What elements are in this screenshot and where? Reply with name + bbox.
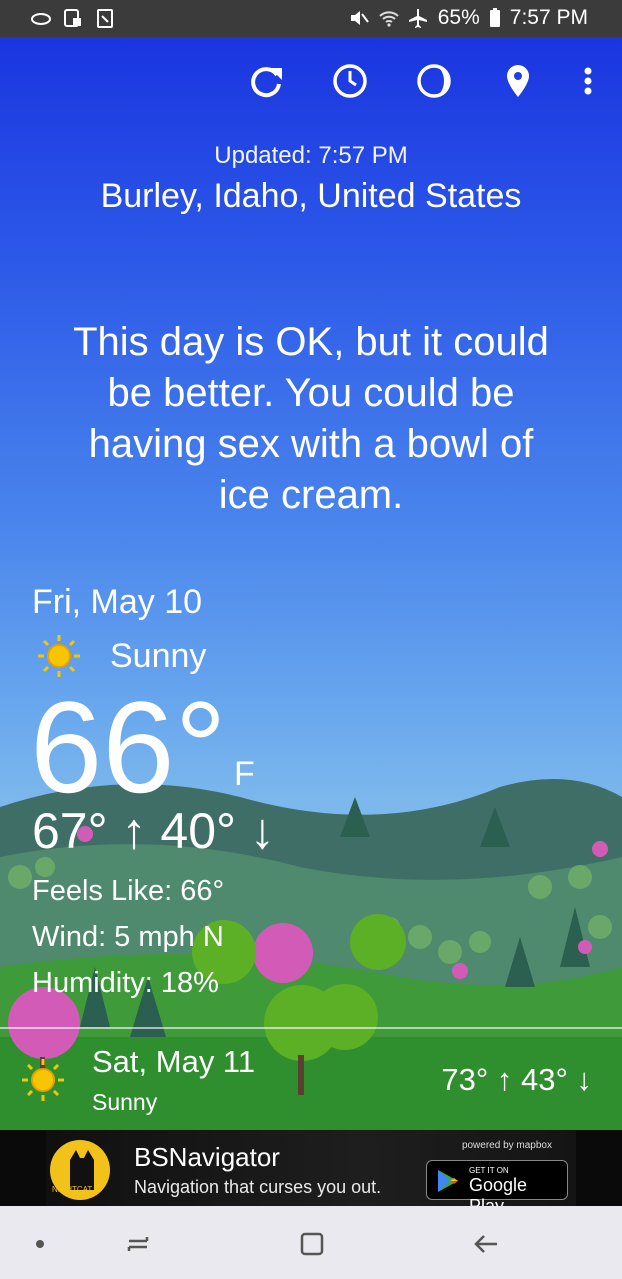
nightcat-label: NIGHTCAT — [52, 1185, 92, 1194]
ad-powered-by: powered by mapbox — [461, 1140, 552, 1151]
moon-phase-icon — [417, 64, 451, 98]
ad-subtitle: Navigation that curses you out. — [134, 1177, 382, 1197]
mute-icon — [350, 11, 369, 25]
clock: 7:57 PM — [509, 6, 588, 29]
weather-panel: Updated: 7:57 PM Burley, Idaho, United S… — [0, 37, 622, 1130]
airplane-mode-icon — [408, 9, 427, 28]
current-temperature: 66° — [30, 674, 227, 820]
system-status: 65% 7:57 PM — [348, 6, 588, 30]
back-button[interactable] — [466, 1224, 506, 1264]
more-options-button[interactable] — [566, 59, 610, 103]
battery-icon — [489, 8, 500, 27]
screenshot-icon — [64, 9, 81, 27]
more-vert-icon — [584, 67, 592, 95]
temperature-unit[interactable]: F — [234, 755, 255, 794]
nightcat-logo: NIGHTCAT — [50, 1140, 110, 1200]
current-condition: Sunny — [36, 633, 206, 679]
moon-phase-button[interactable] — [412, 59, 456, 103]
home-icon — [300, 1232, 324, 1256]
quote-line: having sex with a bowl of — [88, 422, 534, 466]
high-low-temperature: 67° ↑ 40° ↓ — [32, 803, 275, 859]
recent-apps-button[interactable] — [118, 1224, 158, 1264]
forecast-condition: Sunny — [92, 1089, 158, 1115]
document-icon — [97, 9, 113, 28]
cloud-sync-icon — [31, 13, 51, 25]
hourly-clock-icon — [333, 64, 367, 98]
forecast-date: Sat, May 11 — [92, 1044, 256, 1079]
ad-banner[interactable]: NIGHTCAT BSNavigator Navigation that cur… — [0, 1130, 622, 1206]
quote-line: ice cream. — [218, 473, 404, 517]
system-nav-bar — [0, 1206, 622, 1279]
google-play-icon — [438, 1170, 458, 1192]
sun-icon — [22, 1059, 64, 1101]
nav-dot-button[interactable] — [20, 1224, 60, 1264]
google-play-small-text: GET IT ON — [469, 1166, 509, 1175]
updated-time: Updated: 7:57 PM — [214, 142, 408, 169]
humidity: Humidity: 18% — [32, 967, 219, 999]
sun-icon — [38, 635, 80, 677]
forecast-high-low: 73° ↑ 43° ↓ — [441, 1062, 592, 1097]
refresh-button[interactable] — [244, 59, 288, 103]
current-date: Fri, May 10 — [32, 583, 203, 621]
wind: Wind: 5 mph N — [32, 921, 224, 953]
location-name[interactable]: Burley, Idaho, United States — [0, 177, 622, 216]
location-button[interactable] — [496, 59, 540, 103]
google-play-badge[interactable]: GET IT ON Google Play — [426, 1160, 568, 1206]
quote-line: This day is OK, but it could — [73, 320, 549, 364]
ad-title: BSNavigator — [134, 1142, 280, 1172]
dot-icon — [36, 1240, 44, 1248]
feels-like: Feels Like: 66° — [32, 875, 225, 907]
forecast-divider — [0, 1027, 622, 1029]
condition-label: Sunny — [110, 636, 207, 675]
location-pin-icon — [507, 65, 529, 97]
google-play-label: Google Play — [469, 1175, 528, 1206]
back-arrow-icon — [474, 1235, 497, 1253]
battery-percent: 65% — [437, 6, 480, 29]
home-button[interactable] — [292, 1224, 332, 1264]
refresh-icon — [251, 67, 282, 98]
weather-quote: This day is OK, but it could be better. … — [40, 317, 582, 521]
status-bar: 65% 7:57 PM — [0, 0, 622, 37]
hourly-forecast-button[interactable] — [328, 59, 372, 103]
quote-line: be better. You could be — [107, 371, 515, 415]
recent-apps-icon — [127, 1237, 149, 1251]
wifi-icon — [379, 11, 399, 27]
action-toolbar — [0, 59, 622, 103]
notification-icons — [30, 7, 116, 29]
ad-content[interactable]: NIGHTCAT BSNavigator Navigation that cur… — [46, 1130, 576, 1206]
